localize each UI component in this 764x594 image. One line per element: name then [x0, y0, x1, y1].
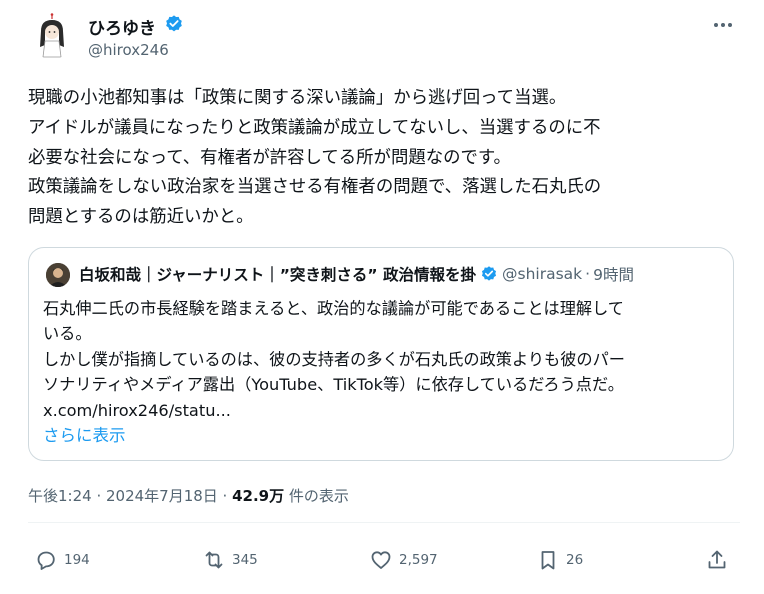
- author-avatar[interactable]: [28, 11, 76, 59]
- repost-count: 345: [232, 552, 258, 568]
- reply-count: 194: [64, 552, 90, 568]
- quoted-author-avatar: [46, 263, 70, 287]
- post-meta: 午後1:24 · 2024年7月18日 · 42.9万 件の表示: [28, 485, 349, 506]
- quoted-post-time[interactable]: 9時間: [593, 263, 634, 285]
- quoted-line: ソナリティやメディア露出（YouTube、TikTok等）に依存しているだろう点…: [43, 375, 624, 395]
- repost-icon: [205, 551, 223, 569]
- cartoon-avatar-icon: [28, 11, 76, 59]
- post-line: 政策議論をしない政治家を当選させる有権者の問題で、落選した石丸氏の: [28, 177, 602, 198]
- divider: [28, 522, 740, 523]
- like-button[interactable]: 2,597: [369, 547, 438, 573]
- post-line: 現職の小池都知事は「政策に関する深い議論」から逃げ回って当選。: [28, 88, 567, 108]
- verified-badge-icon[interactable]: [164, 14, 184, 34]
- reply-button[interactable]: 194: [34, 547, 90, 573]
- post-line: 問題とするのは筋近いかと。: [28, 207, 254, 228]
- post-line: アイドルが議員になったりと政策議論が成立してないし、当選するのに不: [28, 117, 601, 138]
- quoted-author-name[interactable]: 白坂和哉｜ジャーナリスト｜”突き刺さる” 政治情報を掛: [79, 263, 476, 285]
- repost-button[interactable]: 345: [202, 547, 258, 573]
- views-count: 42.9万: [232, 487, 285, 505]
- author-handle[interactable]: @hirox246: [88, 41, 169, 59]
- quoted-post-text: 石丸伸二氏の市長経験を踏まえると、政治的な議論が可能であることは理解して いる。…: [43, 296, 723, 423]
- more-options-icon[interactable]: [710, 14, 736, 36]
- post-text: 現職の小池都知事は「政策に関する深い議論」から逃げ回って当選。 アイドルが議員に…: [28, 84, 740, 233]
- heart-icon: [371, 551, 391, 569]
- quoted-line: いる。: [43, 324, 92, 344]
- quoted-post-header: 白坂和哉｜ジャーナリスト｜”突き刺さる” 政治情報を掛 @shirasak · …: [79, 262, 719, 286]
- quoted-line: しかし僕が指摘しているのは、彼の支持者の多くが石丸氏の政策よりも彼のパー: [43, 349, 625, 369]
- author-name[interactable]: ひろゆき: [88, 14, 156, 39]
- verified-badge-icon: [481, 266, 497, 281]
- quoted-post[interactable]: 白坂和哉｜ジャーナリスト｜”突き刺さる” 政治情報を掛 @shirasak · …: [28, 247, 734, 461]
- like-count: 2,597: [399, 552, 438, 568]
- post-datetime[interactable]: 午後1:24 · 2024年7月18日 ·: [28, 487, 232, 505]
- quoted-line: 石丸伸二氏の市長経験を踏まえると、政治的な議論が可能であることは理解して: [43, 299, 624, 318]
- share-icon: [708, 550, 726, 569]
- person-avatar-icon: [46, 263, 70, 287]
- bookmark-button[interactable]: 26: [536, 547, 583, 573]
- views-label: 件の表示: [284, 487, 349, 505]
- separator-dot: ·: [585, 265, 591, 283]
- bookmark-count: 26: [566, 552, 584, 568]
- post-line: 必要な社会になって、有権者が許容してる所が問題なのです。: [28, 147, 511, 168]
- bookmark-icon: [541, 551, 555, 570]
- reply-icon: [37, 551, 55, 570]
- show-more-link[interactable]: さらに表示: [43, 422, 126, 446]
- quoted-link[interactable]: x.com/hirox246/statu...: [43, 398, 723, 423]
- quoted-author-handle[interactable]: @shirasak: [502, 265, 582, 283]
- share-button[interactable]: [705, 547, 735, 573]
